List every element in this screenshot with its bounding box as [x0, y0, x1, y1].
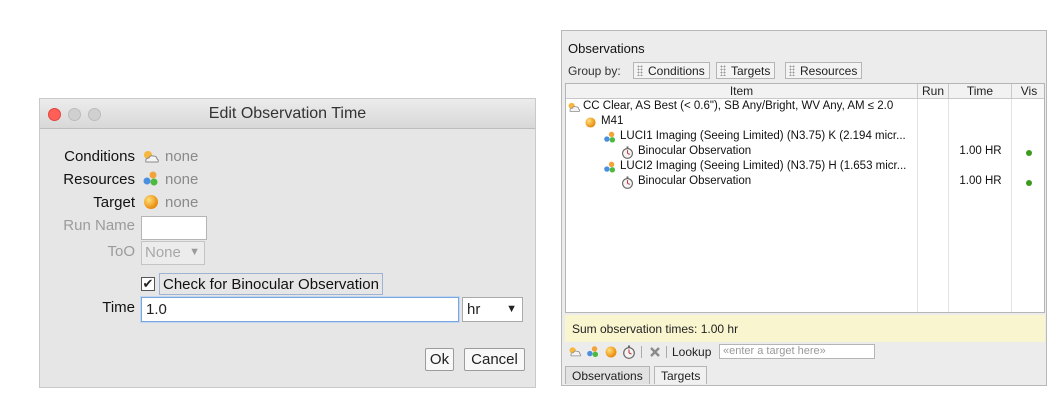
toolbar-separator — [641, 346, 642, 358]
orange-sphere-icon — [585, 117, 596, 128]
target-value: none — [165, 194, 199, 211]
visibility-dot — [1026, 150, 1032, 156]
edit-observation-time-dialog: Edit Observation Time Conditions none Re… — [39, 98, 536, 388]
orange-sphere-icon — [144, 195, 158, 209]
row-time: 1.00 HR — [959, 145, 1002, 157]
observations-toolbar: Lookup «enter a target here» — [568, 344, 1044, 361]
time-unit-select[interactable]: hr ▼ — [462, 297, 523, 322]
tree-row-conditions[interactable]: CC Clear, AS Best (< 0.6"), SB Any/Brigh… — [566, 100, 1044, 115]
tab-targets[interactable]: Targets — [654, 366, 708, 384]
lookup-input[interactable]: «enter a target here» — [719, 344, 875, 359]
observations-panel: Observations Group by: Conditions Target… — [561, 30, 1047, 386]
toolbar-separator — [666, 346, 667, 358]
row-text: LUCI1 Imaging (Seeing Limited) (N3.75) K… — [620, 130, 906, 142]
column-header-run[interactable]: Run — [918, 84, 949, 99]
group-by-resources-button[interactable]: Resources — [785, 62, 863, 79]
observation-tree-table[interactable]: Item Run Time Vis CC Clear, AS Best (< 0… — [565, 83, 1045, 313]
molecule-icon — [143, 171, 158, 186]
group-by-conditions-button[interactable]: Conditions — [633, 62, 710, 79]
grip-icon — [637, 65, 643, 76]
sum-observation-times: Sum observation times: 1.00 hr — [565, 315, 1045, 342]
column-header-time[interactable]: Time — [949, 84, 1012, 99]
cloud-sun-icon — [568, 102, 581, 112]
molecule-icon — [604, 131, 616, 143]
run-name-label: Run Name — [63, 217, 135, 234]
group-by-targets-button[interactable]: Targets — [716, 62, 776, 79]
row-text: CC Clear, AS Best (< 0.6"), SB Any/Brigh… — [583, 100, 894, 112]
group-by-label: Group by: — [568, 64, 621, 78]
dialog-title: Edit Observation Time — [208, 105, 367, 122]
cancel-button[interactable]: Cancel — [464, 348, 525, 371]
cloud-sun-icon — [144, 151, 159, 163]
column-header-item[interactable]: Item — [566, 84, 918, 99]
tab-observations[interactable]: Observations — [565, 366, 650, 384]
chevron-down-icon: ▼ — [506, 303, 517, 315]
group-button-label: Resources — [800, 64, 858, 78]
binocular-checkbox[interactable]: ✔ — [141, 277, 155, 291]
observations-title: Observations — [568, 41, 645, 56]
lookup-label: Lookup — [672, 345, 712, 359]
stopwatch-icon — [622, 146, 633, 159]
row-text: Binocular Observation — [638, 145, 752, 157]
conditions-label: Conditions — [64, 148, 135, 165]
grip-icon — [789, 65, 795, 76]
tree-row-resource[interactable]: LUCI2 Imaging (Seeing Limited) (N3.75) H… — [566, 160, 1044, 175]
row-text: M41 — [601, 115, 624, 127]
tree-row-observation[interactable]: Binocular Observation 1.00 HR — [566, 145, 1044, 160]
resources-value: none — [165, 171, 199, 188]
time-input[interactable]: 1.0 — [141, 297, 459, 322]
group-button-label: Conditions — [648, 64, 705, 78]
time-label: Time — [102, 299, 135, 316]
cloud-sun-icon[interactable] — [568, 345, 582, 359]
row-text: Binocular Observation — [638, 175, 752, 187]
molecule-icon[interactable] — [586, 345, 600, 359]
stopwatch-icon[interactable] — [622, 345, 636, 359]
run-name-input[interactable] — [141, 216, 207, 240]
grip-icon — [720, 65, 726, 76]
chevron-down-icon: ▼ — [189, 246, 200, 258]
too-selected-value: None — [145, 244, 181, 261]
tree-row-resource[interactable]: LUCI1 Imaging (Seeing Limited) (N3.75) K… — [566, 130, 1044, 145]
too-label: ToO — [107, 243, 135, 260]
conditions-value: none — [165, 148, 199, 165]
ok-button[interactable]: Ok — [425, 348, 454, 371]
dialog-titlebar: Edit Observation Time — [40, 99, 535, 129]
row-time: 1.00 HR — [959, 175, 1002, 187]
time-unit-value: hr — [467, 301, 481, 318]
column-header-vis[interactable]: Vis — [1012, 84, 1044, 99]
tree-row-observation[interactable]: Binocular Observation 1.00 HR — [566, 175, 1044, 190]
group-button-label: Targets — [731, 64, 771, 78]
orange-sphere-icon[interactable] — [604, 345, 618, 359]
too-select[interactable]: None ▼ — [141, 241, 205, 265]
stopwatch-icon — [622, 176, 633, 189]
binocular-checkbox-label[interactable]: Check for Binocular Observation — [159, 273, 383, 295]
table-header: Item Run Time Vis — [566, 84, 1044, 99]
resources-label: Resources — [63, 171, 135, 188]
visibility-dot — [1026, 180, 1032, 186]
molecule-icon — [604, 161, 616, 173]
tree-row-target[interactable]: M41 — [566, 115, 1044, 130]
delete-x-icon[interactable] — [648, 345, 662, 359]
row-text: LUCI2 Imaging (Seeing Limited) (N3.75) H… — [620, 160, 907, 172]
target-label: Target — [93, 194, 135, 211]
